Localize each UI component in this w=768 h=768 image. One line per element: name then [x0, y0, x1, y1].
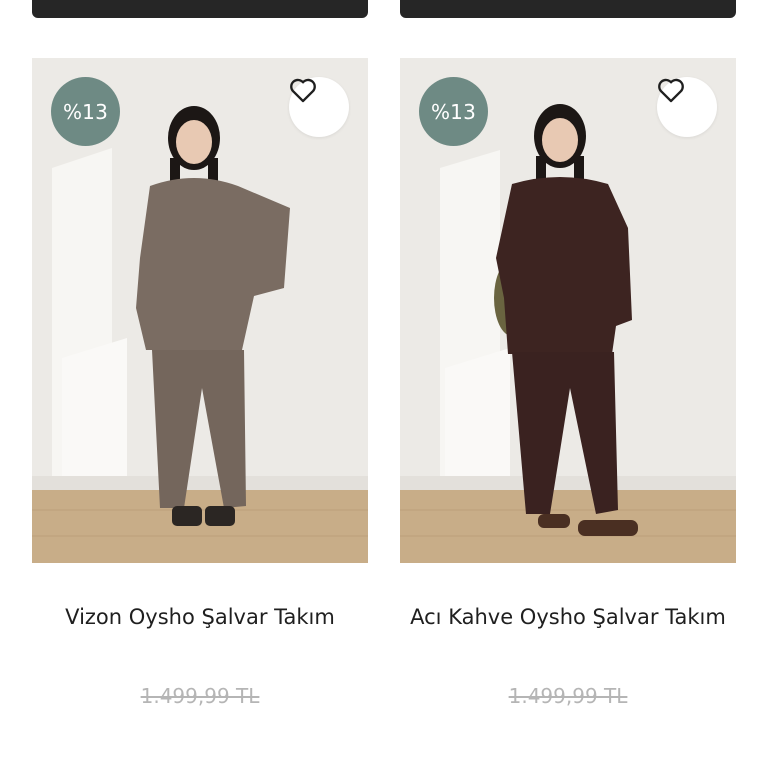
heart-outline-icon	[290, 78, 316, 103]
discount-badge: %13	[419, 77, 488, 146]
product-card[interactable]: %13 Acı Kahve Oysho Şalvar Takım	[400, 58, 736, 639]
discount-badge: %13	[51, 77, 120, 146]
favorite-button[interactable]	[289, 77, 349, 137]
heart-outline-icon	[658, 78, 684, 103]
old-price: 1.499,99 TL	[508, 684, 628, 708]
product-image[interactable]: %13	[32, 58, 368, 563]
old-price: 1.499,99 TL	[140, 684, 260, 708]
favorite-button[interactable]	[657, 77, 717, 137]
product-image[interactable]: %13	[400, 58, 736, 563]
product-title[interactable]: Vizon Oysho Şalvar Takım	[32, 595, 368, 639]
top-action-button-right[interactable]	[400, 0, 736, 18]
product-card[interactable]: %13 Vizon Oysho Şalvar Takım	[32, 58, 368, 639]
top-action-button-left[interactable]	[32, 0, 368, 18]
product-title[interactable]: Acı Kahve Oysho Şalvar Takım	[400, 595, 736, 639]
